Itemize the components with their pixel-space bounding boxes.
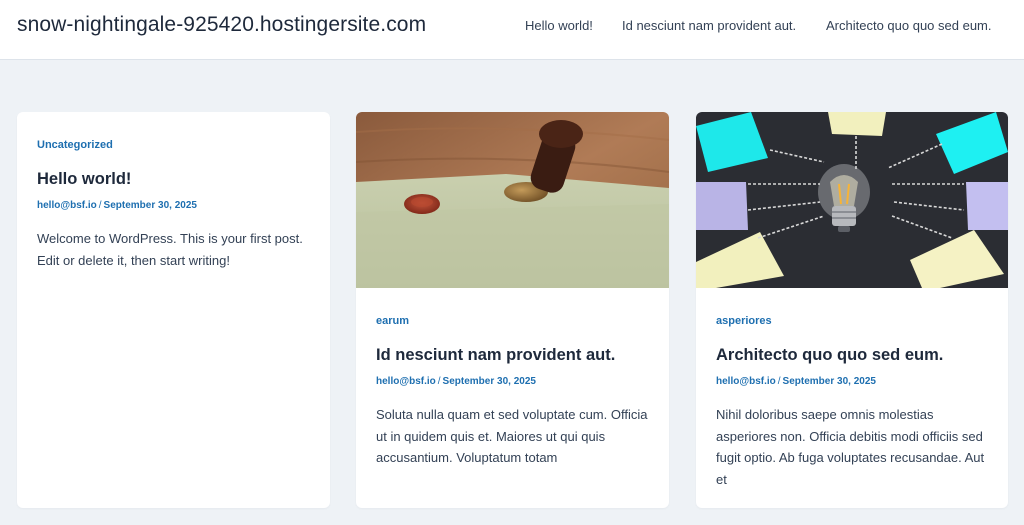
- post-card-hello-world: Uncategorized Hello world! hello@bsf.io /…: [17, 112, 330, 508]
- post-title-link[interactable]: Id nesciunt nam provident aut.: [376, 344, 651, 366]
- post-date-link[interactable]: September 30, 2025: [104, 200, 197, 211]
- post-category-link[interactable]: Uncategorized: [37, 137, 312, 153]
- post-excerpt: Welcome to WordPress. This is your first…: [37, 231, 303, 268]
- wax-seal-image: [356, 112, 669, 288]
- site-header: snow-nightingale-925420.hostingersite.co…: [0, 0, 1024, 60]
- meta-separator: /: [777, 376, 781, 387]
- post-thumbnail-lightbulb[interactable]: [696, 112, 1008, 288]
- nav-item-id-nesciunt[interactable]: Id nesciunt nam provident aut.: [622, 18, 796, 33]
- post-excerpt: Nihil doloribus saepe omnis molestias as…: [716, 407, 985, 487]
- post-meta: hello@bsf.io / September 30, 2025: [37, 199, 312, 213]
- post-card-body: Uncategorized Hello world! hello@bsf.io /…: [37, 137, 312, 271]
- post-date-link[interactable]: September 30, 2025: [783, 376, 876, 387]
- post-card-architecto: asperiores Architecto quo quo sed eum. h…: [696, 112, 1008, 508]
- meta-separator: /: [98, 200, 102, 211]
- nav-item-architecto[interactable]: Architecto quo quo sed eum.: [826, 18, 992, 33]
- site-title-link[interactable]: snow-nightingale-925420.hostingersite.co…: [17, 13, 426, 37]
- post-title-link[interactable]: Architecto quo quo sed eum.: [716, 344, 990, 366]
- post-meta: hello@bsf.io / September 30, 2025: [716, 375, 990, 389]
- post-author-link[interactable]: hello@bsf.io: [716, 376, 776, 387]
- post-card-body: earum Id nesciunt nam provident aut. hel…: [376, 313, 651, 469]
- post-thumbnail-wax-seal[interactable]: [356, 112, 669, 288]
- post-date-link[interactable]: September 30, 2025: [443, 376, 536, 387]
- post-category-link[interactable]: earum: [376, 313, 651, 329]
- post-excerpt: Soluta nulla quam et sed voluptate cum. …: [376, 407, 648, 465]
- post-author-link[interactable]: hello@bsf.io: [376, 376, 436, 387]
- post-author-link[interactable]: hello@bsf.io: [37, 200, 97, 211]
- post-title-link[interactable]: Hello world!: [37, 168, 312, 190]
- post-card-id-nesciunt: earum Id nesciunt nam provident aut. hel…: [356, 112, 669, 508]
- nav-item-hello-world[interactable]: Hello world!: [525, 18, 593, 33]
- post-meta: hello@bsf.io / September 30, 2025: [376, 375, 651, 389]
- post-card-body: asperiores Architecto quo quo sed eum. h…: [716, 313, 990, 490]
- meta-separator: /: [437, 376, 441, 387]
- post-category-link[interactable]: asperiores: [716, 313, 990, 329]
- lightbulb-image: [696, 112, 1008, 288]
